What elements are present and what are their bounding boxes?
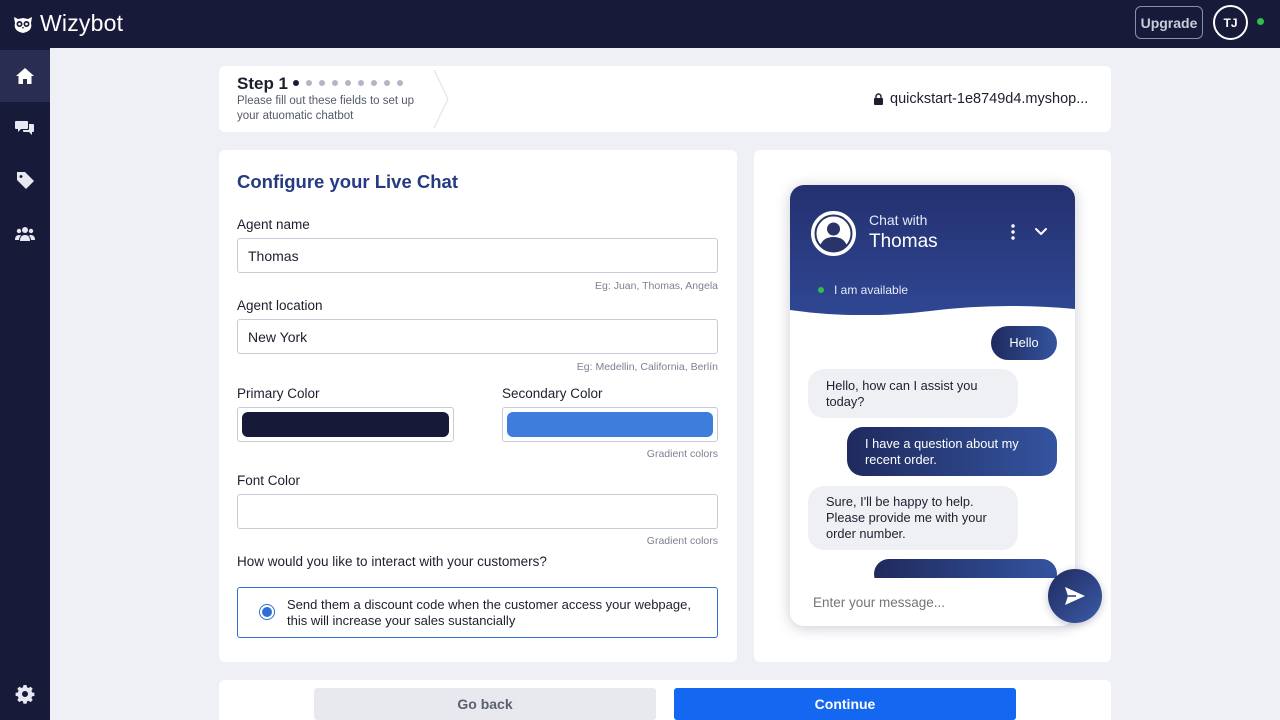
chat-message-agent: Hello, how can I assist you today? xyxy=(808,369,1018,418)
chat-message-agent: Sure, I'll be happy to help. Please prov… xyxy=(808,486,1018,550)
step-dot xyxy=(358,80,364,86)
chat-message-user: I have a question about my recent order. xyxy=(847,427,1057,476)
go-back-button[interactable]: Go back xyxy=(314,688,656,720)
logo[interactable]: Wizybot xyxy=(12,10,123,37)
agent-name-hint: Eg: Juan, Thomas, Angela xyxy=(595,280,718,292)
agent-name-input[interactable] xyxy=(237,238,718,273)
header-wave-divider xyxy=(790,305,1075,318)
online-status-dot xyxy=(1257,18,1264,25)
discount-code-option[interactable]: Send them a discount code when the custo… xyxy=(237,587,718,638)
step-dot xyxy=(332,80,338,86)
chat-input-row xyxy=(790,578,1075,626)
step-dot xyxy=(293,80,299,86)
top-bar: Wizybot Upgrade TJ xyxy=(0,0,1280,48)
user-silhouette-icon xyxy=(813,213,854,254)
agent-location-label: Agent location xyxy=(237,298,323,313)
font-color-swatch xyxy=(242,499,713,524)
shop-url[interactable]: quickstart-1e8749d4.myshop... xyxy=(873,91,1088,107)
primary-color-swatch xyxy=(242,412,449,437)
primary-color-label: Primary Color xyxy=(237,386,320,401)
availability-text: I am available xyxy=(834,283,909,297)
secondary-color-label: Secondary Color xyxy=(502,386,603,401)
configure-form-card: Configure your Live Chat Agent name Eg: … xyxy=(219,150,737,662)
more-options-icon[interactable] xyxy=(1007,223,1019,241)
discount-code-option-label: Send them a discount code when the custo… xyxy=(287,597,691,628)
secondary-color-swatch xyxy=(507,412,713,437)
step-progress-dots xyxy=(293,80,403,86)
upgrade-button[interactable]: Upgrade xyxy=(1135,6,1203,39)
sidebar-item-team[interactable] xyxy=(0,208,50,260)
chat-with-label: Chat with xyxy=(869,212,928,228)
interaction-question: How would you like to interact with your… xyxy=(237,554,547,569)
step-title: Step 1 xyxy=(237,74,289,93)
sidebar-item-conversations[interactable] xyxy=(0,102,50,154)
chevron-divider-icon xyxy=(433,70,449,128)
step-dot xyxy=(319,80,325,86)
font-color-picker[interactable] xyxy=(237,494,718,529)
chat-header: Chat with Thomas I am available xyxy=(790,185,1075,315)
tag-icon xyxy=(17,172,34,189)
send-message-button[interactable] xyxy=(1048,569,1102,623)
sidebar xyxy=(0,48,50,720)
sidebar-item-settings[interactable] xyxy=(0,668,50,720)
gradient-colors-hint: Gradient colors xyxy=(646,535,718,547)
chat-message-user: Hello xyxy=(991,326,1057,360)
step-dot xyxy=(384,80,390,86)
available-status-dot xyxy=(818,287,824,293)
secondary-color-picker[interactable] xyxy=(502,407,718,442)
radio-button[interactable] xyxy=(259,604,275,620)
sidebar-item-home[interactable] xyxy=(0,50,50,102)
chat-agent-name: Thomas xyxy=(869,231,938,252)
gear-icon xyxy=(15,685,35,704)
agent-location-hint: Eg: Medellin, California, Berlín xyxy=(576,361,718,373)
step-dot xyxy=(397,80,403,86)
step-dot xyxy=(306,80,312,86)
step-dot xyxy=(371,80,377,86)
gradient-colors-hint: Gradient colors xyxy=(646,448,718,460)
step-dot xyxy=(345,80,351,86)
chevron-down-icon[interactable] xyxy=(1034,225,1048,239)
owl-logo-icon xyxy=(14,16,32,33)
home-icon xyxy=(16,68,34,84)
lock-icon xyxy=(874,93,883,105)
chat-widget-preview: Chat with Thomas I am available Hello He… xyxy=(790,185,1075,626)
font-color-label: Font Color xyxy=(237,473,301,488)
continue-button[interactable]: Continue xyxy=(674,688,1016,720)
radio-selected-indicator xyxy=(262,607,272,617)
primary-color-picker[interactable] xyxy=(237,407,454,442)
chat-message-input[interactable] xyxy=(800,584,1030,620)
send-icon xyxy=(1065,587,1085,605)
step-progress-card: Step 1 Please fill out these fields to s… xyxy=(219,66,1111,132)
agent-location-input[interactable] xyxy=(237,319,718,354)
chat-bubbles-icon xyxy=(15,121,34,135)
user-avatar[interactable]: TJ xyxy=(1213,5,1248,40)
agent-name-label: Agent name xyxy=(237,217,310,232)
logo-text: Wizybot xyxy=(40,10,124,36)
agent-avatar xyxy=(811,211,856,256)
step-description: Please fill out these fields to set up y… xyxy=(237,95,415,122)
form-title: Configure your Live Chat xyxy=(237,171,458,192)
sidebar-item-tags[interactable] xyxy=(0,154,50,206)
shop-url-text: quickstart-1e8749d4.myshop... xyxy=(890,91,1089,107)
users-icon xyxy=(15,227,35,241)
